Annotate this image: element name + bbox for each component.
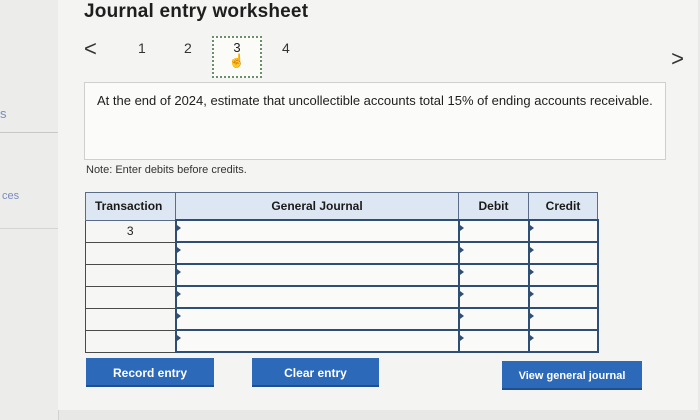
account-input[interactable]	[174, 329, 460, 353]
page-link-2[interactable]: 2	[184, 40, 192, 56]
table-row	[85, 241, 599, 265]
debit-input[interactable]	[457, 329, 530, 353]
table-row: 3	[85, 219, 599, 243]
debit-input[interactable]	[457, 285, 530, 309]
table-header-row: Transaction General Journal Debit Credit	[85, 192, 598, 221]
credit-input[interactable]	[527, 285, 599, 309]
sidebar-fragment-text-top: s	[0, 106, 7, 121]
account-input[interactable]	[174, 263, 460, 287]
view-general-journal-button[interactable]: View general journal	[502, 361, 642, 390]
transaction-cell[interactable]	[85, 329, 176, 353]
sidebar-fragment-text[interactable]: ces	[2, 190, 19, 202]
table-row	[85, 329, 599, 353]
instruction-box: At the end of 2024, estimate that uncoll…	[84, 82, 666, 160]
sidebar-divider	[0, 132, 58, 133]
transaction-cell[interactable]	[85, 241, 176, 265]
clear-entry-button[interactable]: Clear entry	[252, 358, 379, 387]
debit-input[interactable]	[457, 219, 530, 243]
account-input[interactable]	[174, 219, 460, 243]
credit-input[interactable]	[527, 219, 599, 243]
hand-pointer-icon: ☝	[228, 53, 246, 68]
page-link-3-current[interactable]: 3 ☝	[212, 36, 262, 78]
transaction-cell[interactable]: 3	[85, 219, 176, 243]
header-credit: Credit	[528, 192, 598, 221]
page-title: Journal entry worksheet	[84, 1, 309, 22]
credit-input[interactable]	[527, 241, 599, 265]
table-row	[85, 285, 599, 309]
account-input[interactable]	[174, 285, 460, 309]
left-sidebar-fragment: s ces	[0, 0, 59, 420]
transaction-cell[interactable]	[85, 285, 176, 309]
page-link-1[interactable]: 1	[138, 40, 146, 56]
sidebar-divider	[0, 228, 58, 229]
debit-input[interactable]	[457, 241, 530, 265]
debit-input[interactable]	[457, 263, 530, 287]
transaction-cell[interactable]	[85, 307, 176, 331]
table-row	[85, 307, 599, 331]
next-page-icon[interactable]: >	[671, 46, 684, 72]
transaction-pager: < 1 2 3 ☝ 4 >	[84, 36, 684, 78]
table-row	[85, 263, 599, 287]
account-input[interactable]	[174, 241, 460, 265]
prev-page-icon[interactable]: <	[84, 36, 97, 62]
credit-input[interactable]	[527, 329, 599, 353]
credit-input[interactable]	[527, 307, 599, 331]
header-general-journal: General Journal	[175, 192, 459, 221]
record-entry-button[interactable]: Record entry	[86, 358, 214, 387]
header-transaction: Transaction	[85, 192, 176, 221]
page-link-4[interactable]: 4	[282, 40, 290, 56]
header-debit: Debit	[458, 192, 529, 221]
note-text: Note: Enter debits before credits.	[86, 164, 247, 176]
credit-input[interactable]	[527, 263, 599, 287]
journal-entry-table: Transaction General Journal Debit Credit…	[85, 192, 599, 353]
transaction-cell[interactable]	[85, 263, 176, 287]
debit-input[interactable]	[457, 307, 530, 331]
account-input[interactable]	[174, 307, 460, 331]
